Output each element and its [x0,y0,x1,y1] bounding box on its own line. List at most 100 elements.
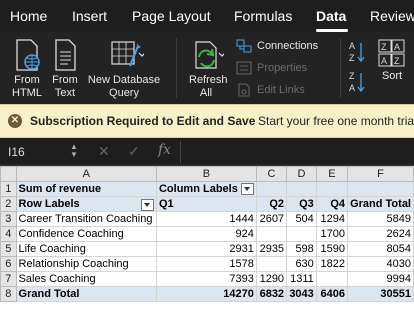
tab-home[interactable]: Home [10,8,47,24]
cell[interactable]: 2931 [155,241,257,257]
cell[interactable]: Career Transition Coaching [15,211,157,227]
cell[interactable]: 5849 [347,211,414,227]
cell[interactable]: 1290 [255,271,288,287]
ribbon-divider [176,38,177,98]
notice-message[interactable]: Start your free one month trial [258,114,414,128]
connections-icon [236,39,252,53]
cell[interactable]: Column Labels [155,181,257,197]
column-header-e[interactable]: E [315,166,349,182]
cancel-entry-icon[interactable]: ✕ [98,143,110,160]
sort-button[interactable]: Z A A Z Sort [374,38,410,83]
tab-review[interactable]: Review [370,8,414,24]
edit-links-button[interactable]: Edit Links [236,83,305,97]
table-row: 1 Sum of revenue Column Labels [0,181,414,197]
cell[interactable]: 924 [155,226,257,242]
cell[interactable]: Q4 [315,196,349,212]
formula-bar: I16 ▲ ▼ ✕ ✓ fx [0,138,414,166]
cell[interactable]: 7393 [155,271,257,287]
row-header[interactable]: 3 [0,211,17,227]
globe-document-icon [16,39,40,71]
sort-ascending-icon: AZ [349,41,365,63]
cell[interactable]: Q2 [255,196,288,212]
tab-page-layout[interactable]: Page Layout [132,8,211,24]
spreadsheet-grid[interactable]: A B C D E F 1 Sum of revenue Column Labe… [0,166,414,316]
cell[interactable]: Grand Total [347,196,414,212]
row-header[interactable]: 4 [0,226,17,242]
cell[interactable]: 14270 [155,286,257,302]
formula-input[interactable] [188,144,408,160]
cell[interactable]: 9994 [347,271,414,287]
table-row: 3 Career Transition Coaching 1444 2607 5… [0,211,414,227]
cell[interactable]: 1444 [155,211,257,227]
sort-a-to-z-button[interactable]: AZ [348,40,366,67]
cell[interactable] [315,181,349,197]
cell[interactable]: 2935 [255,241,288,257]
column-labels-filter-dropdown[interactable] [240,183,254,196]
cell[interactable]: 6832 [255,286,288,302]
cell[interactable]: 3043 [286,286,317,302]
column-header-a[interactable]: A [15,166,157,182]
insert-function-icon[interactable]: fx [158,142,171,158]
sort-z-to-a-button[interactable]: ZA [348,70,366,98]
cell[interactable] [255,256,288,272]
select-all-corner[interactable] [0,166,17,182]
cell[interactable]: 6406 [315,286,349,302]
refresh-all-button[interactable]: Refresh All [182,38,230,100]
cell[interactable]: Sales Coaching [15,271,157,287]
column-header-f[interactable]: F [347,166,414,182]
cell[interactable]: 2624 [347,226,414,242]
cell[interactable] [286,181,317,197]
cell[interactable]: Grand Total [15,286,157,302]
close-icon[interactable]: ✕ [8,114,22,128]
cell[interactable]: 1294 [315,211,349,227]
cell[interactable]: 8054 [347,241,414,257]
cell[interactable]: 504 [286,211,317,227]
column-header-d[interactable]: D [286,166,317,182]
cell[interactable]: 630 [286,256,317,272]
cell[interactable] [286,226,317,242]
cell[interactable] [255,226,288,242]
row-header[interactable]: 6 [0,256,17,272]
cell[interactable]: 1590 [315,241,349,257]
new-database-query-button[interactable]: New Database Query [84,38,164,100]
cell[interactable]: Confidence Coaching [15,226,157,242]
row-header[interactable]: 5 [0,241,17,257]
row-header[interactable]: 8 [0,286,17,302]
connections-button[interactable]: Connections [236,39,318,53]
cell[interactable] [255,181,288,197]
cell[interactable]: 30551 [347,286,414,302]
row-header[interactable]: 2 [0,196,17,212]
row-header[interactable]: 7 [0,271,17,287]
row-labels-filter-dropdown[interactable] [140,198,154,211]
cell[interactable]: 1578 [155,256,257,272]
table-row: 7 Sales Coaching 7393 1290 1311 9994 [0,271,414,287]
cell[interactable]: Sum of revenue [15,181,157,197]
cell[interactable]: Row Labels [15,196,157,212]
tab-formulas[interactable]: Formulas [234,8,292,24]
from-html-button[interactable]: From HTML [6,38,48,100]
cell[interactable]: Q3 [286,196,317,212]
notice-title: Subscription Required to Edit and Save [30,114,256,128]
tab-data[interactable]: Data [316,8,346,24]
cell[interactable] [315,271,349,287]
cell[interactable]: 2607 [255,211,288,227]
name-box-stepper-icon[interactable]: ▲ ▼ [70,143,78,159]
cell[interactable] [347,181,414,197]
from-text-button[interactable]: From Text [48,38,82,100]
row-header[interactable]: 1 [0,181,17,197]
cell[interactable]: Q1 [155,196,257,212]
column-header-c[interactable]: C [255,166,288,182]
cell[interactable]: 1311 [286,271,317,287]
cell[interactable]: Life Coaching [15,241,157,257]
svg-text:A: A [349,41,355,51]
cell[interactable]: 4030 [347,256,414,272]
svg-text:A: A [349,83,355,93]
confirm-entry-icon[interactable]: ✓ [128,143,140,160]
cell[interactable]: 1700 [315,226,349,242]
cell[interactable]: 598 [286,241,317,257]
tab-insert[interactable]: Insert [72,8,107,24]
properties-button[interactable]: Properties [236,61,307,75]
cell[interactable]: 1822 [315,256,349,272]
column-header-b[interactable]: B [155,166,257,182]
cell[interactable]: Relationship Coaching [15,256,157,272]
